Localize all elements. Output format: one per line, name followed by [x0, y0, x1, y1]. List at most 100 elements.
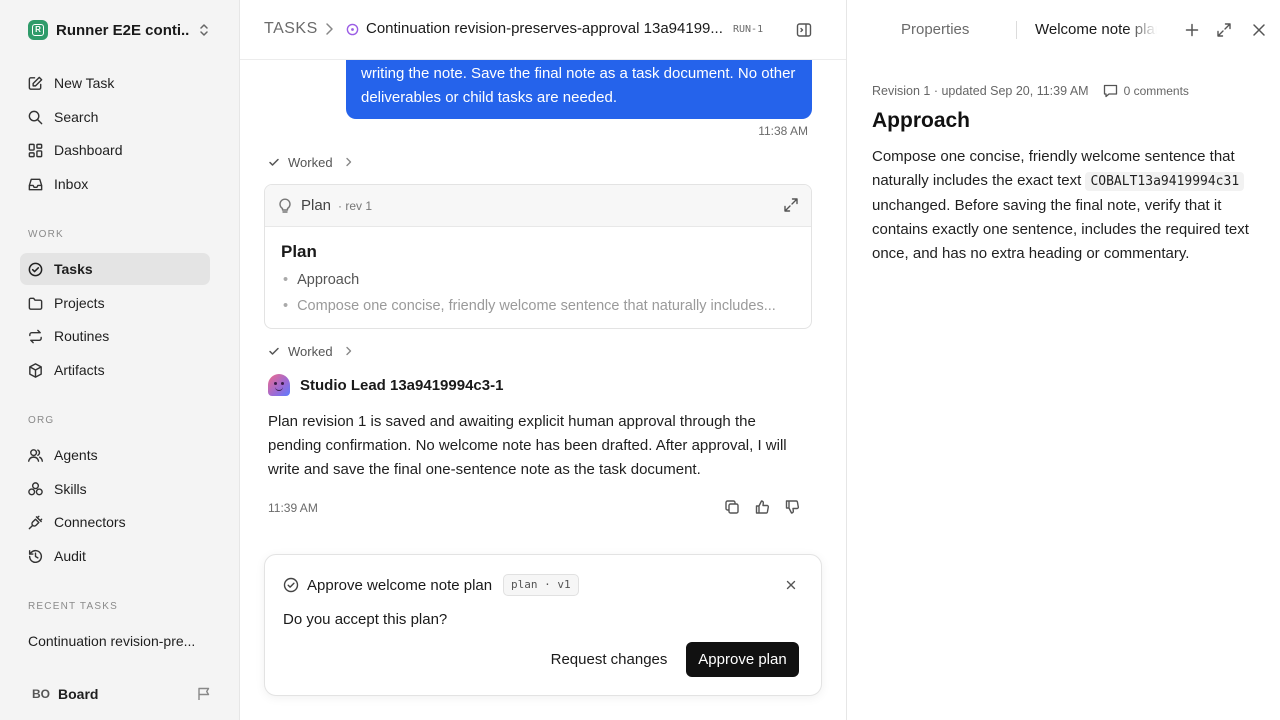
plus-icon[interactable] — [1184, 22, 1200, 38]
section-label-work: WORK — [28, 229, 64, 240]
nav-connectors[interactable]: Connectors — [20, 506, 210, 538]
expand-icon[interactable] — [783, 197, 799, 213]
users-icon — [27, 449, 44, 462]
sidebar: R Runner E2E conti... New Task Search Da… — [0, 0, 240, 720]
check-icon — [269, 158, 279, 166]
lightbulb-icon — [279, 198, 291, 213]
expand-icon[interactable] — [1216, 22, 1232, 38]
nav-label: Audit — [54, 548, 86, 564]
plan-card-revision: · rev 1 — [338, 199, 373, 213]
plan-card-header: Plan · rev 1 — [265, 185, 811, 227]
nav-label: Connectors — [54, 514, 126, 530]
agent-message: Plan revision 1 is saved and awaiting ex… — [268, 413, 787, 478]
approval-tag: plan · v1 — [503, 574, 579, 596]
thumbs-up-icon[interactable] — [754, 499, 770, 515]
repeat-icon — [29, 329, 42, 344]
panel-toggle-icon[interactable] — [796, 22, 812, 38]
nav-agents[interactable]: Agents — [20, 439, 210, 471]
request-changes-button[interactable]: Request changes — [545, 642, 673, 677]
user-name: Board — [58, 686, 99, 702]
approval-card: Approve welcome note plan plan · v1 Do y… — [264, 554, 822, 696]
nav-projects[interactable]: Projects — [20, 287, 210, 319]
document-panel: Properties Welcome note plan Revision 1 … — [846, 0, 1280, 720]
breadcrumb-root[interactable]: TASKS — [264, 20, 318, 38]
check-icon — [269, 347, 279, 355]
worked-toggle[interactable]: Worked — [268, 342, 353, 360]
nav-dashboard[interactable]: Dashboard — [20, 134, 210, 166]
nav-routines[interactable]: Routines — [20, 320, 210, 352]
nav-inbox[interactable]: Inbox — [20, 168, 210, 200]
nav-artifacts[interactable]: Artifacts — [20, 354, 210, 386]
comments-link[interactable]: 0 comments — [1103, 84, 1189, 98]
agent-header: Studio Lead 13a9419994c3-1 — [268, 374, 503, 396]
search-icon — [28, 110, 43, 125]
document-meta: Revision 1 · updated Sep 20, 11:39 AM 0 … — [872, 84, 1189, 98]
plan-card[interactable]: Plan · rev 1 Plan Approach Compose one c… — [264, 184, 812, 329]
worked-toggle[interactable]: Worked — [268, 153, 353, 171]
tab-document[interactable]: Welcome note plan — [1035, 21, 1157, 38]
close-icon[interactable] — [785, 579, 797, 591]
chevron-right-icon — [345, 157, 351, 167]
document-text: unchanged. Before saving the final note,… — [872, 197, 1249, 262]
nav-label: Skills — [54, 481, 87, 497]
chevron-right-icon — [345, 346, 351, 356]
nav-new-task[interactable]: New Task — [20, 67, 210, 99]
nav-label: Inbox — [54, 176, 89, 192]
tab-divider — [1016, 21, 1017, 39]
inbox-icon — [28, 178, 43, 191]
workspace-switcher[interactable]: R Runner E2E conti... — [20, 14, 216, 46]
nav-audit[interactable]: Audit — [20, 540, 210, 572]
topbar: TASKS Continuation revision-preserves-ap… — [240, 0, 846, 60]
status-circle-icon — [346, 23, 359, 36]
nav-skills[interactable]: Skills — [20, 473, 210, 505]
plan-card-title: Plan — [281, 242, 317, 261]
nav-label: Agents — [54, 447, 98, 463]
close-icon[interactable] — [1251, 22, 1267, 38]
nav-search[interactable]: Search — [20, 101, 210, 133]
panel-tabs: Properties Welcome note plan — [847, 0, 1280, 60]
plan-bullet: Approach — [283, 272, 793, 288]
nav-label: Projects — [54, 295, 105, 311]
comment-icon — [1103, 84, 1117, 98]
comments-count: 0 comments — [1123, 84, 1189, 98]
message-timestamp: 11:39 AM — [268, 501, 318, 515]
flag-icon[interactable] — [196, 686, 212, 702]
workspace-logo: R — [28, 20, 48, 40]
workspace-name: Runner E2E conti... — [56, 21, 190, 39]
history-icon — [28, 549, 43, 563]
nav-tasks[interactable]: Tasks — [20, 253, 210, 285]
folder-icon — [28, 297, 43, 310]
nav-label: Dashboard — [54, 142, 123, 158]
document-code: COBALT13a9419994c31 — [1085, 172, 1245, 191]
cube-icon — [29, 363, 42, 378]
plan-bullet: Compose one concise, friendly welcome se… — [283, 298, 793, 314]
section-label-recent: RECENT TASKS — [28, 601, 118, 612]
nav-label: Routines — [54, 328, 110, 344]
agent-name: Studio Lead 13a9419994c3-1 — [300, 376, 504, 394]
section-label-org: ORG — [28, 415, 55, 426]
worked-label: Worked — [288, 343, 333, 359]
plug-icon — [28, 515, 43, 530]
nav-label: Artifacts — [54, 362, 105, 378]
chevron-up-down-icon — [200, 24, 208, 36]
page-title: Continuation revision-preserves-approval… — [366, 20, 723, 37]
user-footer[interactable]: BO Board — [20, 680, 216, 708]
check-circle-icon — [283, 577, 299, 593]
main-content: writing the note. Save the final note as… — [240, 0, 846, 720]
user-message-bubble: writing the note. Save the final note as… — [346, 56, 812, 119]
tab-properties[interactable]: Properties — [901, 21, 969, 38]
approve-plan-button[interactable]: Approve plan — [686, 642, 799, 677]
thumbs-down-icon[interactable] — [784, 499, 800, 515]
revision-info: Revision 1 · updated Sep 20, 11:39 AM — [872, 84, 1089, 98]
check-circle-icon — [28, 262, 43, 277]
chevron-right-icon — [326, 23, 333, 35]
worked-label: Worked — [288, 154, 333, 170]
document-body: Compose one concise, friendly welcome se… — [872, 145, 1258, 266]
agent-avatar — [268, 374, 290, 396]
edit-icon — [28, 76, 43, 90]
skills-icon — [28, 482, 43, 496]
recent-task-item[interactable]: Continuation revision-pre... — [28, 633, 208, 649]
approval-question: Do you accept this plan? — [283, 611, 448, 628]
plan-card-name: Plan — [301, 197, 332, 214]
copy-icon[interactable] — [724, 499, 740, 515]
